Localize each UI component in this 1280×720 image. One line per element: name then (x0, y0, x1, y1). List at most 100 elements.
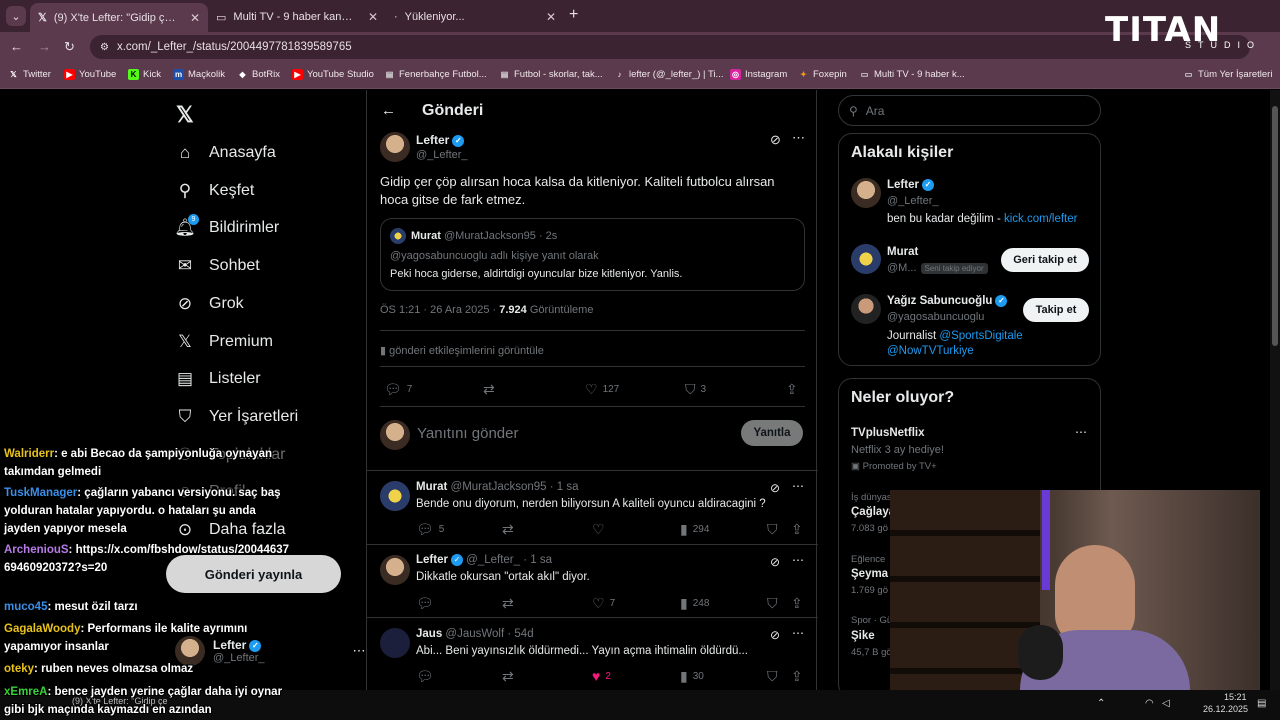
back-icon[interactable]: ← (10, 39, 23, 54)
tab-x-post[interactable]: 𝕏 (9) X'te Lefter: "Gidip çer çöp al ✕ (30, 3, 208, 32)
notification-icon[interactable]: ▤ (1257, 698, 1266, 709)
repost-action[interactable]: ⇄ (502, 668, 514, 685)
reply-action[interactable]: 💬︎ 7 (384, 381, 412, 398)
bio-link[interactable]: kick.com/lefter (1004, 213, 1078, 225)
reply-tweet[interactable]: Lefter ✓ @_Lefter_ · 1 sa Dikkatle okursa… (367, 544, 818, 617)
reply-input[interactable]: Yanıtını gönder (417, 425, 518, 442)
nav-notifications[interactable]: 🔔︎ 9 Bildirimler (174, 214, 279, 238)
tab-search-button[interactable]: ⌄ (6, 6, 26, 26)
close-tab-icon[interactable]: ✕ (190, 11, 200, 25)
reply-button[interactable]: Yanıtla (741, 420, 803, 446)
nav-home[interactable]: ⌂ Anasayfa (175, 143, 276, 163)
grok-icon[interactable]: ⊘ (770, 555, 780, 569)
follow-back-button[interactable]: Geri takip et (1001, 248, 1089, 272)
bio-link[interactable]: @SportsDigitale (939, 330, 1022, 342)
search-input[interactable]: ⚲ Ara (838, 95, 1101, 126)
like-action[interactable]: ♡ (592, 521, 605, 538)
quoted-post[interactable]: Murat @MuratJackson95 · 2s @yagosabuncuo… (380, 218, 805, 291)
chat-user: ArcheniouS (4, 544, 69, 556)
forward-icon[interactable]: → (38, 39, 51, 54)
url-field[interactable]: ⚙ x.com/_Lefter_/status/2004497781839589… (90, 35, 1250, 59)
share-action[interactable]: ⇪ (791, 595, 803, 612)
bookmark-youtube-studio[interactable]: ▶ YouTube Studio (292, 69, 374, 80)
new-tab-button[interactable]: + (569, 6, 578, 24)
person-name[interactable]: Lefter ✓ (887, 179, 934, 191)
follow-button[interactable]: Takip et (1023, 298, 1089, 322)
like-action[interactable]: ♡ 127 (585, 381, 619, 398)
views-action[interactable]: ▮ 30 (680, 668, 704, 685)
views-action[interactable]: ▮ 294 (680, 521, 709, 538)
more-icon[interactable]: ⋯ (792, 553, 804, 567)
chevron-up-icon[interactable]: ⌃ (1097, 698, 1105, 709)
x-logo-icon[interactable]: 𝕏 (176, 102, 194, 128)
nav-messages[interactable]: ✉ Sohbet (175, 256, 260, 276)
reload-icon[interactable]: ↻ (64, 39, 75, 55)
bookmark-action[interactable]: ⛉ (767, 521, 778, 538)
bookmark-futbol[interactable]: ▤ Futbol - skorlar, tak... (499, 69, 603, 80)
repost-action[interactable]: ⇄ (502, 595, 514, 612)
nav-lists[interactable]: ▤ Listeler (175, 369, 261, 389)
views-action[interactable]: ▮ 248 (680, 595, 709, 612)
avatar[interactable] (851, 294, 881, 324)
avatar[interactable] (851, 244, 881, 274)
more-icon[interactable]: ⋯ (1075, 425, 1087, 439)
person-name[interactable]: Yağız Sabuncuoğlu ✓ (887, 295, 1008, 307)
avatar[interactable] (851, 178, 881, 208)
reply-action[interactable]: 💬︎ (416, 595, 434, 612)
nav-bookmarks[interactable]: ⛉ Yer İşaretleri (175, 407, 299, 427)
nav-explore[interactable]: ⚲ Keşfet (175, 181, 255, 201)
trend-name[interactable]: Çağlaya (851, 506, 895, 518)
bookmark-action[interactable]: ⛉ (767, 668, 778, 685)
bookmark-mackolik[interactable]: m Maçkolik (173, 69, 225, 80)
repost-action[interactable]: ⇄ (502, 521, 514, 538)
bookmark-twitter[interactable]: 𝕏 Twitter (8, 69, 51, 80)
share-action[interactable]: ⇪ (786, 381, 798, 398)
grok-icon[interactable]: ⊘ (770, 628, 780, 642)
nav-premium[interactable]: 𝕏 Premium (175, 332, 273, 352)
like-action[interactable]: ♥ 2 (592, 668, 611, 684)
share-action[interactable]: ⇪ (791, 521, 803, 538)
scrollbar-thumb[interactable] (1272, 106, 1278, 346)
reply-tweet[interactable]: Murat @MuratJackson95 · 1 sa Bende onu d… (367, 470, 818, 544)
close-tab-icon[interactable]: ✕ (368, 10, 378, 24)
like-action[interactable]: ♡ 7 (592, 595, 615, 612)
reply-action[interactable]: 💬︎ (416, 668, 434, 685)
post-handle[interactable]: @_Lefter_ (416, 149, 468, 161)
share-action[interactable]: ⇪ (791, 668, 803, 685)
bookmark-botrix[interactable]: ◆ BotRix (237, 69, 280, 80)
bookmark-action[interactable]: ⛉ 3 (685, 381, 706, 398)
bookmark-action[interactable]: ⛉ (767, 595, 778, 612)
bookmark-fenerbahce[interactable]: ▤ Fenerbahçe Futbol... (384, 69, 487, 80)
bookmark-instagram[interactable]: ◎ Instagram (730, 69, 787, 80)
tab-loading[interactable]: · Yükleniyor... ✕ (386, 4, 564, 30)
bookmark-tiktok[interactable]: ♪ lefter (@_lefter_) | Ti... (614, 69, 724, 80)
grok-icon[interactable]: ⊘ (770, 132, 781, 148)
bio-link[interactable]: @NowTVTurkiye (887, 345, 974, 357)
repost-action[interactable]: ⇄ (483, 381, 495, 398)
back-arrow-icon[interactable]: ← (381, 102, 396, 119)
site-info-icon[interactable]: ⚙ (100, 42, 109, 53)
person-name[interactable]: Murat (887, 246, 918, 258)
tab-multitv[interactable]: ▭ Multi TV - 9 haber kanalını aynı ✕ (208, 4, 386, 30)
grok-icon[interactable]: ⊘ (770, 481, 780, 495)
trend-name[interactable]: TVplusNetflix (851, 427, 924, 439)
bookmark-youtube[interactable]: ▶ YouTube (64, 69, 116, 80)
page-scrollbar[interactable] (1270, 90, 1280, 720)
bookmark-foxepin[interactable]: ✦ Foxepin (798, 69, 847, 80)
more-icon[interactable]: ⋯ (353, 643, 366, 659)
post-author[interactable]: Lefter ✓ (416, 133, 465, 147)
avatar[interactable] (380, 132, 410, 162)
reply-tweet[interactable]: Jaus @JausWolf · 54d Abi... Beni yayınsı… (367, 617, 818, 690)
all-bookmarks[interactable]: ▭ Tüm Yer İşaretleri (1183, 69, 1273, 80)
reply-action[interactable]: 💬︎ 5 (416, 521, 444, 538)
more-icon[interactable]: ⋯ (792, 479, 804, 493)
view-interactions-link[interactable]: ▮ gönderi etkileşimlerini görüntüle (380, 344, 544, 357)
more-icon[interactable]: ⋯ (792, 626, 804, 640)
bookmark-multitv[interactable]: ▭ Multi TV - 9 haber k... (859, 69, 965, 80)
trend-name[interactable]: Şeyma (851, 568, 888, 580)
nav-grok[interactable]: ⊘ Grok (175, 294, 244, 314)
trend-name[interactable]: Şike (851, 630, 875, 642)
close-tab-icon[interactable]: ✕ (546, 10, 556, 24)
more-icon[interactable]: ⋯ (792, 130, 805, 146)
bookmark-kick[interactable]: K Kick (128, 69, 161, 80)
